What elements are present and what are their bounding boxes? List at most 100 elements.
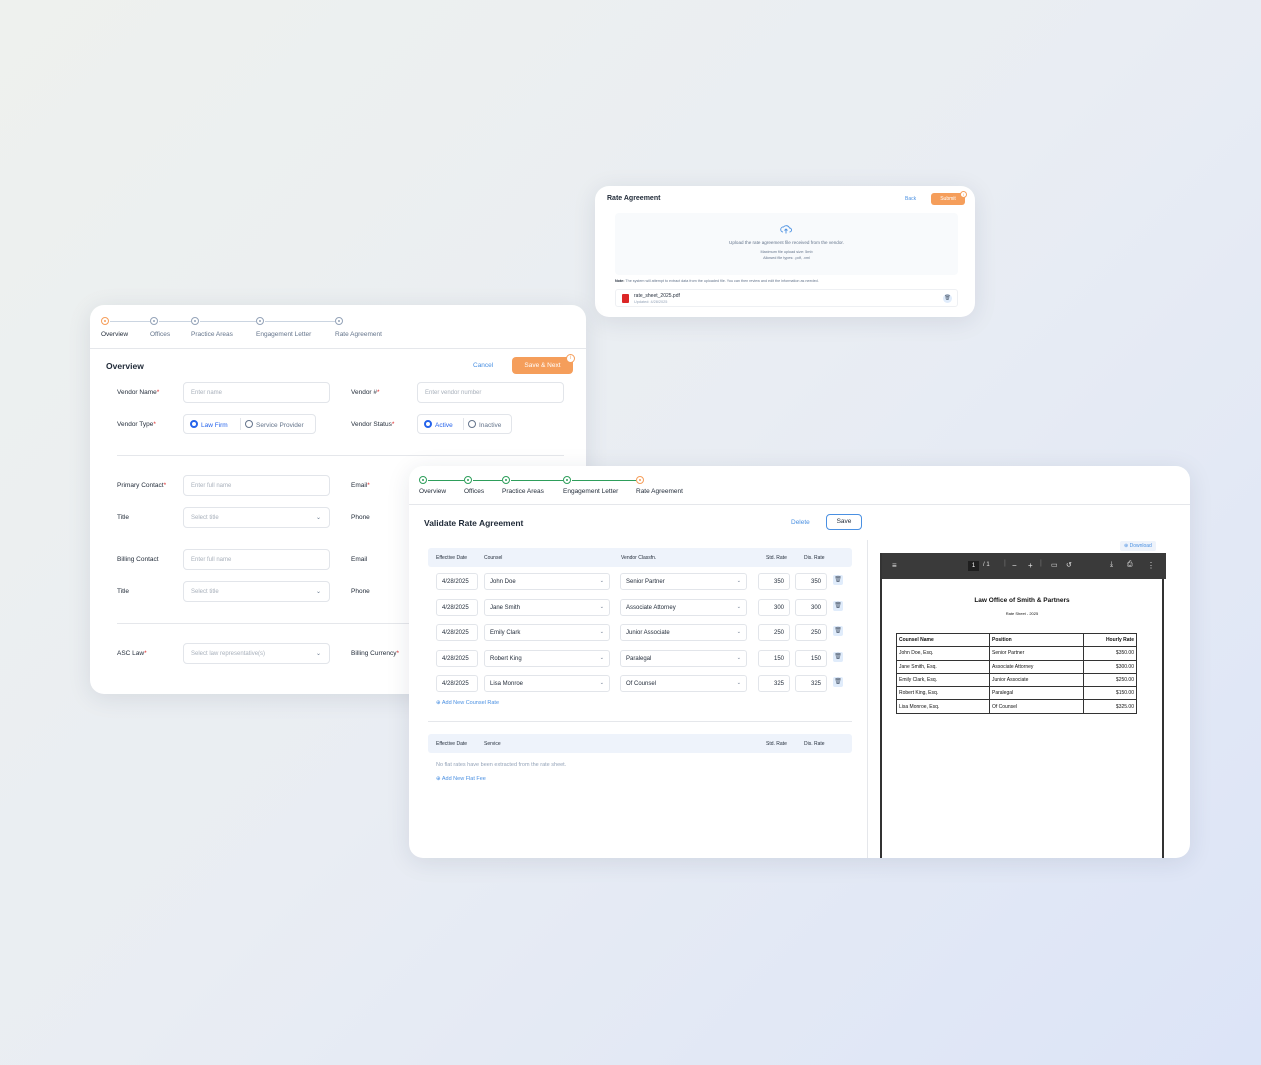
doc-cell-counsel: Lisa Monroe, Esq. — [896, 699, 990, 714]
std-rate-input[interactable]: 300 — [758, 598, 790, 616]
back-button[interactable]: Back — [905, 196, 916, 202]
vendor-classfn-select[interactable]: Paralegal ⌄ — [620, 649, 747, 667]
doc-cell-position: Junior Associate — [989, 672, 1084, 688]
billing-currency-label: Billing Currency* — [351, 650, 400, 657]
save-next-button[interactable]: Save & Next — [512, 357, 573, 374]
billing-phone-label: Phone — [351, 588, 370, 595]
plus-circle-icon: ⊕ — [436, 776, 441, 782]
download-icon[interactable]: ⤓ — [1110, 561, 1113, 569]
trash-icon[interactable]: 🗑 — [833, 626, 843, 636]
std-rate-input[interactable]: 150 — [758, 649, 790, 667]
step-engagement-letter[interactable]: Engagement Letter — [563, 488, 618, 495]
counsel-select[interactable]: Lisa Monroe ⌄ — [484, 675, 610, 692]
vendor-name-input[interactable]: Enter name — [183, 382, 330, 403]
dis-rate-input[interactable]: 300 — [795, 598, 827, 616]
fit-page-icon[interactable]: ▭ — [1051, 561, 1058, 569]
vendor-classfn-select[interactable]: Associate Attorney ⌄ — [620, 598, 747, 616]
radio-inactive[interactable]: Inactive — [468, 420, 501, 429]
menu-icon[interactable]: ≡ — [892, 561, 897, 570]
radio-service-provider[interactable]: Service Provider — [245, 420, 304, 429]
more-icon[interactable]: ⋮ — [1147, 561, 1155, 570]
dis-rate-input[interactable]: 150 — [795, 649, 827, 667]
download-icon: ⊕ — [1124, 543, 1129, 549]
counsel-table-header: Effective Date Counsel Vendor Classfn. S… — [428, 548, 852, 567]
file-name[interactable]: rate_sheet_2025.pdf — [634, 293, 680, 299]
step-practice-areas[interactable]: Practice Areas — [502, 488, 544, 495]
billing-contact-input[interactable]: Enter full name — [183, 549, 330, 570]
step-dot-practice-areas — [502, 476, 510, 484]
std-rate-input[interactable]: 350 — [758, 573, 790, 590]
zoom-out-icon[interactable]: − — [1012, 561, 1017, 570]
vendor-classfn-select[interactable]: Senior Partner ⌄ — [620, 573, 747, 590]
doc-cell-counsel: Jane Smith, Esq. — [896, 659, 990, 674]
counsel-select[interactable]: John Doe ⌄ — [484, 573, 610, 590]
radio-active[interactable]: Active — [424, 420, 453, 429]
doc-col-counsel-name: Counsel Name — [896, 632, 990, 648]
counsel-select[interactable]: Emily Clark ⌄ — [484, 624, 610, 641]
save-button[interactable]: Save — [826, 514, 862, 530]
dis-rate-input[interactable]: 325 — [795, 675, 827, 692]
effective-date-input[interactable]: 4/28/2025 — [436, 624, 478, 641]
add-flat-fee-link[interactable]: ⊕ Add New Flat Fee — [436, 776, 486, 782]
chevron-down-icon: ⌄ — [736, 654, 741, 661]
dis-rate-input[interactable]: 250 — [795, 624, 827, 641]
effective-date-input[interactable]: 4/28/2025 — [436, 649, 478, 667]
vendor-classfn-select[interactable]: Junior Associate ⌄ — [620, 624, 747, 641]
step-offices[interactable]: Offices — [464, 488, 484, 495]
trash-icon[interactable]: 🗑 — [833, 575, 843, 585]
dis-rate-input[interactable]: 350 — [795, 573, 827, 590]
counsel-select[interactable]: Jane Smith ⌄ — [484, 598, 610, 616]
page-number-input[interactable]: 1 — [968, 561, 979, 571]
step-overview[interactable]: Overview — [101, 331, 128, 338]
trash-icon[interactable]: 🗑 — [833, 600, 843, 611]
trash-icon[interactable]: 🗑 — [943, 294, 952, 303]
std-rate-input[interactable]: 250 — [758, 624, 790, 641]
trash-icon[interactable]: 🗑 — [833, 677, 843, 687]
vendor-type-label: Vendor Type* — [117, 421, 156, 428]
chevron-down-icon: ⌄ — [315, 515, 321, 521]
effective-date-input[interactable]: 4/28/2025 — [436, 573, 478, 590]
chevron-down-icon: ⌄ — [599, 629, 604, 635]
counsel-select[interactable]: Robert King ⌄ — [484, 649, 610, 667]
doc-table-row: Lisa Monroe, Esq. Of Counsel $325.00 — [896, 699, 1137, 714]
step-rate-agreement[interactable]: Rate Agreement — [335, 331, 382, 338]
print-icon[interactable]: ⎙ — [1127, 561, 1133, 569]
primary-contact-input[interactable]: Enter full name — [183, 475, 330, 496]
effective-date-input[interactable]: 4/28/2025 — [436, 598, 478, 616]
title-select[interactable]: Select title ⌄ — [183, 507, 330, 528]
col-vendor-classfn: Vendor Classfn. — [621, 555, 657, 561]
step-dot-rate-agreement — [335, 317, 343, 325]
doc-table-row: John Doe, Esq. Senior Partner $350.00 — [896, 646, 1137, 661]
file-dropzone[interactable]: Upload the rate agreement file received … — [615, 213, 958, 275]
download-button[interactable]: ⊕ Download — [1120, 541, 1156, 551]
delete-button[interactable]: Delete — [791, 519, 810, 526]
rotate-icon[interactable]: ↺ — [1066, 561, 1072, 569]
billing-title-label: Title — [117, 588, 130, 595]
effective-date-input[interactable]: 4/28/2025 — [436, 675, 478, 692]
step-engagement-letter[interactable]: Engagement Letter — [256, 331, 311, 338]
col-effective-date: Effective Date — [436, 741, 468, 747]
vendor-number-input[interactable]: Enter vendor number — [417, 382, 564, 403]
asc-law-select[interactable]: Select law representative(s) ⌄ — [183, 643, 330, 664]
doc-table-row: Jane Smith, Esq. Associate Attorney $300.0… — [896, 659, 1137, 674]
step-dot-practice-areas — [191, 317, 199, 325]
radio-law-firm[interactable]: Law Firm — [190, 420, 228, 429]
step-overview[interactable]: Overview — [419, 488, 446, 495]
step-offices[interactable]: Offices — [150, 331, 170, 338]
page-total: / 1 — [983, 562, 990, 568]
doc-cell-position: Associate Attorney — [989, 659, 1084, 674]
zoom-in-icon[interactable]: + — [1028, 561, 1033, 570]
add-counsel-rate-link[interactable]: ⊕ Add New Counsel Rate — [436, 700, 499, 706]
std-rate-input[interactable]: 325 — [758, 675, 790, 692]
step-rate-agreement[interactable]: Rate Agreement — [636, 488, 683, 495]
col-std-rate: Std. Rate — [766, 555, 787, 561]
cancel-button[interactable]: Cancel — [473, 362, 493, 369]
chevron-down-icon: ⌄ — [736, 629, 741, 635]
trash-icon[interactable]: 🗑 — [833, 651, 843, 662]
step-practice-areas[interactable]: Practice Areas — [191, 331, 233, 338]
vendor-classfn-select[interactable]: Of Counsel ⌄ — [620, 675, 747, 692]
chevron-down-icon: ⌄ — [736, 578, 741, 584]
col-dis-rate: Dis. Rate — [804, 741, 825, 747]
billing-title-select[interactable]: Select title ⌄ — [183, 581, 330, 602]
doc-cell-rate: $325.00 — [1083, 699, 1137, 714]
